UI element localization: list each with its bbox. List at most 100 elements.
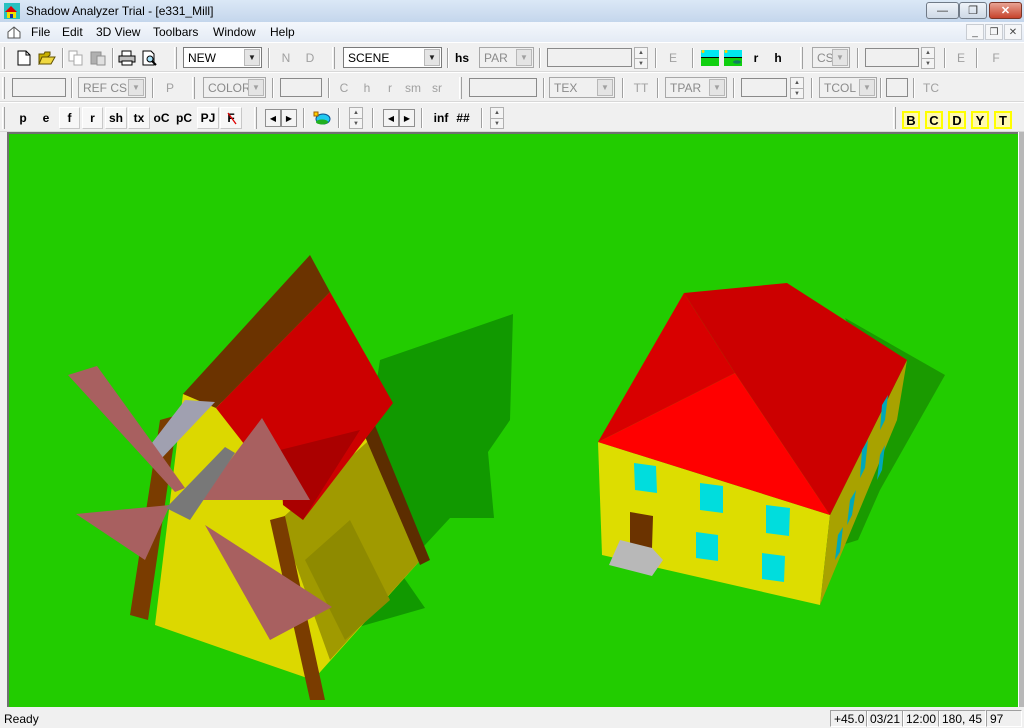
n-button[interactable]: N <box>278 47 294 69</box>
menu-toolbars[interactable]: Toolbars <box>151 24 200 40</box>
view-f-button[interactable]: f <box>59 107 80 129</box>
spin-up-icon[interactable]: ▲ <box>922 48 934 58</box>
h2-button[interactable]: h <box>360 77 374 99</box>
object-combo[interactable]: NEW ▼ <box>183 47 262 68</box>
copy-button[interactable] <box>66 47 86 69</box>
view-oc-button[interactable]: oC <box>151 107 172 129</box>
par-value-field[interactable] <box>547 48 632 67</box>
e-button[interactable]: E <box>665 47 681 69</box>
tpar-combo[interactable]: TPAR ▼ <box>665 77 727 98</box>
3d-viewport[interactable] <box>7 132 1018 707</box>
chevron-down-icon[interactable]: ▼ <box>597 79 613 96</box>
tex-value-field[interactable] <box>469 78 537 97</box>
restore-button[interactable]: ❐ <box>959 2 987 19</box>
mdi-close-button[interactable]: ✕ <box>1004 24 1022 40</box>
y-button[interactable]: Y <box>971 111 989 129</box>
toolbar-gripper[interactable] <box>2 107 5 129</box>
tcol-swatch[interactable] <box>886 78 908 97</box>
step-spinner[interactable]: ▲ ▼ <box>490 107 504 129</box>
cs-spinner[interactable]: ▲ ▼ <box>921 47 935 69</box>
sr-button[interactable]: sr <box>428 77 446 99</box>
chevron-down-icon[interactable]: ▼ <box>248 79 264 96</box>
cs-combo[interactable]: CS ▼ <box>812 47 850 68</box>
menu-3d-view[interactable]: 3D View <box>94 24 142 40</box>
tpar-value-field[interactable] <box>741 78 787 97</box>
view-sh-button[interactable]: sh <box>105 107 127 129</box>
print-button[interactable] <box>116 47 138 69</box>
spin-up-icon[interactable]: ▲ <box>350 108 362 118</box>
spin-up-icon[interactable]: ▲ <box>491 108 503 118</box>
scene-combo[interactable]: SCENE ▼ <box>343 47 442 68</box>
p-button[interactable]: P <box>162 77 178 99</box>
scene-render[interactable] <box>7 132 1018 707</box>
color-value-field[interactable] <box>280 78 322 97</box>
chevron-down-icon[interactable]: ▼ <box>709 79 725 96</box>
zoom-spinner[interactable]: ▲ ▼ <box>349 107 363 129</box>
chevron-down-icon[interactable]: ▼ <box>832 49 848 66</box>
new-button[interactable] <box>14 47 34 69</box>
sky-shadow-button[interactable] <box>723 47 743 69</box>
menu-window[interactable]: Window <box>211 24 258 40</box>
sky-view-button[interactable] <box>700 47 720 69</box>
mdi-restore-button[interactable]: ❐ <box>985 24 1003 40</box>
toolbar-gripper[interactable] <box>254 107 257 129</box>
menu-edit[interactable]: Edit <box>60 24 85 40</box>
cs-value-field[interactable] <box>865 48 919 67</box>
hs-button[interactable]: hs <box>452 47 472 69</box>
par-combo[interactable]: PAR ▼ <box>479 47 534 68</box>
print-preview-button[interactable] <box>140 47 160 69</box>
toolbar-gripper[interactable] <box>2 77 5 99</box>
arrow-right-icon[interactable]: ▶ <box>281 109 297 127</box>
view-tx-button[interactable]: tx <box>128 107 150 129</box>
menu-file[interactable]: File <box>29 24 52 40</box>
e2-button[interactable]: E <box>953 47 969 69</box>
chevron-down-icon[interactable]: ▼ <box>244 49 260 66</box>
b-button[interactable]: B <box>902 111 920 129</box>
r2-button[interactable]: r <box>383 77 397 99</box>
close-button[interactable]: ✕ <box>989 2 1022 19</box>
tex-combo[interactable]: TEX ▼ <box>549 77 615 98</box>
inf-button[interactable]: inf <box>430 107 452 129</box>
view-pc-button[interactable]: pC <box>173 107 195 129</box>
arrow-right-icon[interactable]: ▶ <box>399 109 415 127</box>
view-pj-button[interactable]: PJ <box>197 107 219 129</box>
t-button[interactable]: T <box>994 111 1012 129</box>
c-button[interactable]: C <box>337 77 351 99</box>
chevron-down-icon[interactable]: ▼ <box>128 79 144 96</box>
f-button[interactable]: F <box>988 47 1004 69</box>
spin-down-icon[interactable]: ▼ <box>350 118 362 128</box>
toolbar-gripper[interactable] <box>2 47 5 69</box>
tc-button[interactable]: TC <box>921 77 941 99</box>
document-icon[interactable] <box>6 25 22 39</box>
spin-up-icon[interactable]: ▲ <box>791 78 803 88</box>
c-letter-button[interactable]: C <box>925 111 943 129</box>
tcol-combo[interactable]: TCOL ▼ <box>819 77 877 98</box>
d-button[interactable]: D <box>302 47 318 69</box>
rotate-arrows[interactable]: ◀ ▶ <box>265 109 297 127</box>
paste-button[interactable] <box>88 47 108 69</box>
tpar-spinner[interactable]: ▲ ▼ <box>790 77 804 99</box>
refcs-combo[interactable]: REF CS ▼ <box>78 77 146 98</box>
hash-button[interactable]: ## <box>454 107 472 129</box>
spin-down-icon[interactable]: ▼ <box>791 88 803 98</box>
ref-value-field[interactable] <box>12 78 66 97</box>
spin-up-icon[interactable]: ▲ <box>635 48 647 58</box>
scene-render-button[interactable] <box>311 107 333 129</box>
view-e-button[interactable]: e <box>36 107 56 129</box>
minimize-button[interactable]: — <box>926 2 959 19</box>
menu-help[interactable]: Help <box>268 24 297 40</box>
spin-down-icon[interactable]: ▼ <box>922 58 934 68</box>
toolbar-gripper[interactable] <box>800 47 803 69</box>
d-letter-button[interactable]: D <box>948 111 966 129</box>
mdi-minimize-button[interactable]: _ <box>966 24 984 40</box>
toolbar-gripper[interactable] <box>459 77 462 99</box>
toolbar-gripper[interactable] <box>332 47 335 69</box>
chevron-down-icon[interactable]: ▼ <box>424 49 440 66</box>
tt-button[interactable]: TT <box>631 77 651 99</box>
color-combo[interactable]: COLOR ▼ <box>203 77 266 98</box>
spin-down-icon[interactable]: ▼ <box>635 58 647 68</box>
par-spinner[interactable]: ▲ ▼ <box>634 47 648 69</box>
arrow-left-icon[interactable]: ◀ <box>265 109 281 127</box>
chevron-down-icon[interactable]: ▼ <box>516 49 532 66</box>
open-button[interactable] <box>36 47 58 69</box>
